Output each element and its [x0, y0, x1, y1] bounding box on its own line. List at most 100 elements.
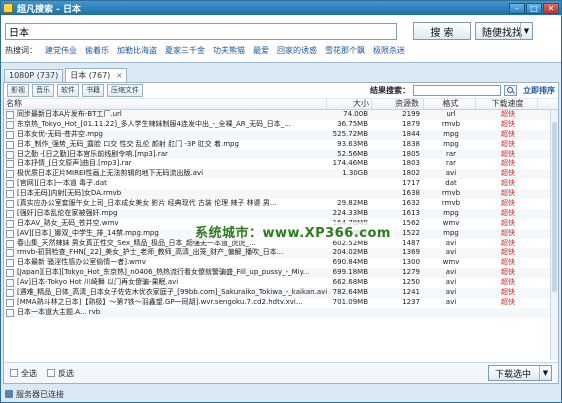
row-count: 1879 [402, 119, 420, 128]
hot-term-link[interactable]: 回家的诱惑 [277, 45, 317, 56]
filter-software-button[interactable]: 软件 [57, 84, 79, 97]
row-checkbox[interactable] [6, 199, 14, 208]
hot-term-link[interactable]: 偷着乐 [85, 45, 109, 56]
row-size [327, 189, 372, 199]
row-checkbox[interactable] [6, 180, 14, 189]
scroll-thumb[interactable] [552, 122, 557, 292]
filter-books-button[interactable]: 书籍 [82, 84, 104, 97]
column-count-header[interactable]: 资源数 [372, 99, 424, 109]
table-row[interactable]: [Japan][日本][Tokyo_Hot_东京热]_n0406_热热流行看女傻… [4, 268, 558, 279]
results-panel: 影视 音乐 软件 书籍 压缩文件 结果搜索： 立即排序 名称 大小 资源数 格式… [3, 82, 559, 384]
result-search-input[interactable] [413, 85, 501, 96]
row-size: 690.84MB [332, 258, 368, 267]
search-icon[interactable] [504, 85, 517, 96]
close-icon[interactable]: ✕ [543, 2, 559, 14]
title-bar[interactable]: 超凡搜索 - 日本 – □ ✕ [1, 1, 561, 15]
hot-term-link[interactable]: 建党伟业 [45, 45, 77, 56]
table-row[interactable]: [遇难_精品_日体_高清_日本女子佐佐木优衣家庭子_[99bb.com]_Sak… [4, 288, 558, 298]
filter-music-button[interactable]: 音乐 [32, 84, 54, 97]
table-row[interactable]: [MMA熟斗林之日本]【熟极】～第7铁～羽鑫望.GP一同胡].wvr.sengo… [4, 298, 558, 308]
row-format: rar [445, 149, 457, 158]
row-checkbox[interactable] [6, 130, 14, 139]
table-row[interactable]: 极优质日本正片MIREI性画上无法剪辑的地下无码流出版.avi 1.30GB 180… [4, 169, 558, 180]
column-speed-header[interactable]: 下载速度 [476, 99, 538, 109]
table-row[interactable]: 日本最新 骚淫性感办公室偷情一者].wmv 690.84MB 1300 wmv 超快 [4, 258, 558, 268]
column-name-header[interactable]: 名称 [4, 99, 327, 109]
result-tabs: 1080P (737) 日本 (767) ✕ [1, 68, 561, 82]
table-row[interactable]: rmvb-初到检查_FHN[_22]_美女_护士_老师_教师_高清_出笼_财产_… [4, 248, 558, 259]
table-row[interactable]: [官网][日本]一本道 毒子.dat 1717 dat 超快 [4, 179, 558, 189]
row-name: [Japan][日本][Tokyo_Hot_东京热]_n0406_热热流行看女傻… [17, 268, 310, 277]
row-checkbox[interactable] [6, 209, 14, 218]
row-checkbox[interactable] [6, 160, 14, 169]
row-speed: 超快 [501, 129, 515, 138]
hot-term-link[interactable]: 最爱 [253, 45, 269, 56]
chevron-down-icon[interactable]: ▼ [520, 23, 532, 39]
tab-label: 日本 (767) [70, 70, 111, 80]
column-format-header[interactable]: 格式 [424, 99, 476, 109]
random-search-button[interactable]: 随便找找 ▼ [475, 22, 533, 40]
table-row[interactable]: 同步最新日本A片发布-BT工厂.url 74.00B 2199 url 超快 [4, 110, 558, 120]
row-count: 1250 [402, 278, 420, 287]
filter-video-button[interactable]: 影视 [7, 84, 29, 97]
row-checkbox[interactable] [6, 170, 14, 179]
table-row[interactable]: [强奸]日本乱伦在家被强奸.mpg 224.33MB 1613 mpg 超快 [4, 208, 558, 219]
row-checkbox[interactable] [6, 288, 14, 297]
hot-term-link[interactable]: 雪花那个飘 [325, 45, 365, 56]
row-checkbox[interactable] [6, 229, 14, 238]
tab-japan[interactable]: 日本 (767) ✕ [65, 68, 128, 82]
row-size: 701.09MB [332, 297, 368, 306]
column-size-header[interactable]: 大小 [327, 99, 372, 109]
hot-term-link[interactable]: 加勒比海盗 [117, 45, 157, 56]
search-button[interactable]: 搜 索 [413, 22, 471, 40]
row-checkbox[interactable] [6, 269, 14, 278]
table-row[interactable]: 日本一本道大主题.A... rvb [4, 307, 558, 318]
watermark: 系统城市：www.XP366.com [192, 222, 394, 241]
row-format: avi [445, 238, 457, 247]
row-format: rmvb [441, 189, 461, 198]
table-row[interactable]: [Av]日本-Tokyo Hot 川崎舞 以门再女傻骗-果眠.avi 662.68… [4, 278, 558, 288]
row-name: 日本_制作_强势_无码_露脸 口交 性交 乱伦 颜射 肛门 -3P 肛交 着.m… [17, 139, 239, 148]
row-checkbox[interactable] [6, 308, 14, 317]
scrollbar[interactable] [550, 110, 558, 360]
row-checkbox[interactable] [6, 279, 14, 288]
row-checkbox[interactable] [6, 140, 14, 149]
table-row[interactable]: [日本无码]内射[无码]女DA.rmvb 1638 rmvb 超快 [4, 189, 558, 200]
tab-1080p[interactable]: 1080P (737) [4, 69, 64, 82]
row-checkbox[interactable] [6, 239, 14, 248]
table-row[interactable]: 日本_制作_强势_无码_露脸 口交 性交 乱伦 颜射 肛门 -3P 肛交 着.m… [4, 140, 558, 150]
select-all-checkbox[interactable] [10, 369, 18, 377]
row-name: 日之勤 -[日之勤]日本官乐前线剧令响.[mp3].rar [17, 149, 168, 158]
maximize-icon[interactable]: □ [526, 2, 542, 14]
row-checkbox[interactable] [6, 150, 14, 159]
row-checkbox[interactable] [6, 298, 14, 307]
hot-term-link[interactable]: 极限杀迷 [373, 45, 405, 56]
row-name: 日本女优-无码-苍井空.mpg [17, 129, 103, 138]
filter-archive-button[interactable]: 压缩文件 [107, 84, 143, 97]
table-row[interactable]: [真实应办公室套服午女上司_日本成女美女 影片 经典现代 古装 伦理 辣子 林婆… [4, 199, 558, 209]
table-row[interactable]: 东京热_Tokyo_Hot_[01.11.22]_多人学生辣妹制服4连发中出_-… [4, 120, 558, 130]
sort-now-link[interactable]: 立即排序 [523, 85, 555, 96]
select-all-toggle[interactable]: 全选 [10, 368, 37, 379]
row-checkbox[interactable] [6, 120, 14, 129]
row-format: mpg [443, 139, 459, 148]
row-name-cell: 日本最新 骚淫性感办公室偷情一者].wmv [4, 258, 327, 268]
row-checkbox[interactable] [6, 219, 14, 228]
row-checkbox[interactable] [6, 259, 14, 268]
result-search-label: 结果搜索： [370, 86, 410, 95]
invert-checkbox[interactable] [47, 369, 55, 377]
invert-select-toggle[interactable]: 反选 [47, 368, 74, 379]
hot-term-link[interactable]: 功夫熊猫 [213, 45, 245, 56]
chevron-down-icon[interactable]: ▼ [539, 366, 551, 380]
hot-term-link[interactable]: 夏家三千金 [165, 45, 205, 56]
table-row[interactable]: 日本抒情_[日文原声]曲目.[mp3].rar 174.46MB 1803 rar 超快 [4, 159, 558, 169]
row-checkbox[interactable] [6, 249, 14, 258]
row-checkbox[interactable] [6, 190, 14, 199]
row-checkbox[interactable] [6, 110, 14, 119]
download-selected-button[interactable]: 下载选中 ▼ [488, 365, 552, 381]
close-icon[interactable]: ✕ [116, 70, 122, 82]
minimize-icon[interactable]: – [509, 2, 525, 14]
search-input[interactable] [5, 22, 397, 40]
table-row[interactable]: 日本女优-无码-苍井空.mpg 525.72MB 1844 mpg 超快 [4, 129, 558, 140]
table-row[interactable]: 日之勤 -[日之勤]日本官乐前线剧令响.[mp3].rar 52.56MB 1805… [4, 149, 558, 160]
